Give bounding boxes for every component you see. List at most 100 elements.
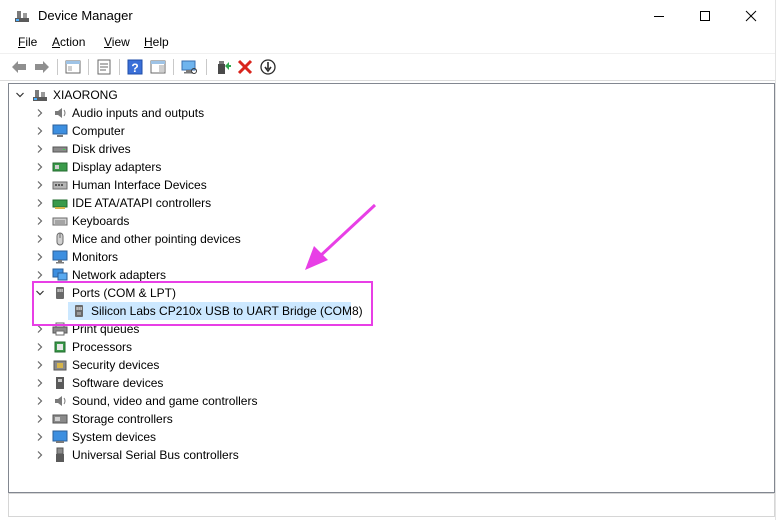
- menu-action[interactable]: Action: [52, 35, 85, 49]
- chevron-right-icon[interactable]: [35, 126, 45, 136]
- toolbar-separator: [206, 59, 207, 75]
- toolbar-separator: [88, 59, 89, 75]
- category-label: IDE ATA/ATAPI controllers: [72, 196, 212, 210]
- menu-file[interactable]: File: [18, 35, 37, 49]
- disable-device-icon[interactable]: [259, 58, 277, 76]
- category-system-devices[interactable]: System devices: [9, 428, 769, 446]
- chevron-right-icon[interactable]: [35, 360, 45, 370]
- device-manager-window: Device Manager File Action View Help ? X…: [0, 0, 776, 520]
- chevron-down-icon[interactable]: [15, 90, 25, 100]
- chevron-right-icon[interactable]: [35, 180, 45, 190]
- category-label: Human Interface Devices: [72, 178, 207, 192]
- category-software-devices[interactable]: Software devices: [9, 374, 769, 392]
- toolbar: ?: [0, 53, 775, 81]
- update-driver-icon[interactable]: [214, 58, 232, 76]
- mouse-icon: [56, 232, 64, 246]
- sound-icon: [55, 396, 66, 406]
- category-ide-ata-atapi-controllers[interactable]: IDE ATA/ATAPI controllers: [9, 194, 769, 212]
- category-label: Audio inputs and outputs: [72, 106, 205, 120]
- svg-text:?: ?: [131, 61, 138, 75]
- chevron-right-icon[interactable]: [35, 162, 45, 172]
- toolbar-separator: [173, 59, 174, 75]
- toolbar-separator: [119, 59, 120, 75]
- chevron-right-icon[interactable]: [35, 234, 45, 244]
- category-label: Software devices: [72, 376, 164, 390]
- ide-controller-icon: [52, 199, 68, 209]
- chevron-right-icon[interactable]: [35, 108, 45, 118]
- category-security-devices[interactable]: Security devices: [9, 356, 769, 374]
- maximize-button[interactable]: [682, 0, 728, 32]
- title-bar[interactable]: Device Manager: [0, 0, 775, 32]
- category-label: Sound, video and game controllers: [72, 394, 258, 408]
- monitor-icon: [52, 250, 68, 264]
- scan-hardware-icon[interactable]: [180, 58, 198, 76]
- category-label: System devices: [72, 430, 157, 444]
- properties-icon[interactable]: [95, 58, 113, 76]
- category-label: Disk drives: [72, 142, 131, 156]
- annotation-arrow-icon: [305, 203, 377, 270]
- category-processors[interactable]: Processors: [9, 338, 769, 356]
- chevron-right-icon[interactable]: [35, 396, 45, 406]
- disk-drive-icon: [52, 146, 68, 153]
- chevron-right-icon[interactable]: [35, 414, 45, 424]
- software-device-icon: [56, 377, 64, 389]
- category-keyboards[interactable]: Keyboards: [9, 212, 769, 230]
- chevron-right-icon[interactable]: [35, 144, 45, 154]
- category-disk-drives[interactable]: Disk drives: [9, 140, 769, 158]
- category-display-adapters[interactable]: Display adapters: [9, 158, 769, 176]
- category-monitors[interactable]: Monitors: [9, 248, 769, 266]
- chevron-right-icon[interactable]: [35, 342, 45, 352]
- help-icon[interactable]: ?: [126, 58, 144, 76]
- category-label: Computer: [72, 124, 125, 138]
- chevron-right-icon[interactable]: [35, 252, 45, 262]
- category-label: Display adapters: [72, 160, 162, 174]
- forward-arrow-icon[interactable]: [33, 58, 51, 76]
- menu-help[interactable]: Help: [144, 35, 169, 49]
- minimize-icon: [654, 16, 664, 17]
- security-device-icon: [53, 360, 67, 371]
- category-universal-serial-bus-controllers[interactable]: Universal Serial Bus controllers: [9, 446, 769, 464]
- hid-icon: [52, 181, 68, 190]
- tree-root[interactable]: XIAORONG: [9, 86, 769, 104]
- computer-root-icon: [33, 90, 47, 101]
- category-label: Storage controllers: [72, 412, 173, 426]
- display-adapter-icon: [52, 162, 68, 172]
- category-human-interface-devices[interactable]: Human Interface Devices: [9, 176, 769, 194]
- close-button[interactable]: [728, 0, 774, 32]
- category-label: Security devices: [72, 358, 160, 372]
- category-storage-controllers[interactable]: Storage controllers: [9, 410, 769, 428]
- annotation-highlight-box: [32, 281, 373, 326]
- maximize-icon: [700, 11, 710, 21]
- device-tree[interactable]: XIAORONG Audio inputs and outputs Compute…: [8, 83, 775, 493]
- category-label: Universal Serial Bus controllers: [72, 448, 239, 462]
- minimize-button[interactable]: [636, 0, 682, 32]
- category-sound-video-and-game-controllers[interactable]: Sound, video and game controllers: [9, 392, 769, 410]
- menu-view[interactable]: View: [104, 35, 130, 49]
- back-arrow-icon[interactable]: [10, 58, 28, 76]
- system-device-icon: [52, 430, 68, 443]
- chevron-right-icon[interactable]: [35, 450, 45, 460]
- chevron-right-icon[interactable]: [35, 216, 45, 226]
- category-label: Processors: [72, 340, 133, 354]
- category-audio-inputs-and-outputs[interactable]: Audio inputs and outputs: [9, 104, 769, 122]
- category-mice-and-other-pointing-devices[interactable]: Mice and other pointing devices: [9, 230, 769, 248]
- category-computer[interactable]: Computer: [9, 122, 769, 140]
- action-pane-icon[interactable]: [149, 58, 167, 76]
- chevron-right-icon[interactable]: [35, 198, 45, 208]
- chevron-right-icon[interactable]: [35, 378, 45, 388]
- keyboard-icon: [52, 217, 68, 226]
- tree-root-label: XIAORONG: [53, 88, 118, 102]
- storage-controller-icon: [52, 414, 68, 424]
- chevron-right-icon[interactable]: [35, 270, 45, 280]
- menu-bar: File Action View Help: [0, 32, 775, 52]
- toolbar-separator: [57, 59, 58, 75]
- window-title: Device Manager: [38, 8, 133, 23]
- category-label: Network adapters: [72, 268, 167, 282]
- show-hide-console-tree-icon[interactable]: [64, 58, 82, 76]
- processor-icon: [54, 341, 66, 353]
- uninstall-device-icon[interactable]: [236, 58, 254, 76]
- status-bar: [8, 493, 775, 517]
- usb-icon: [56, 447, 64, 462]
- chevron-right-icon[interactable]: [35, 432, 45, 442]
- category-label: Monitors: [72, 250, 119, 264]
